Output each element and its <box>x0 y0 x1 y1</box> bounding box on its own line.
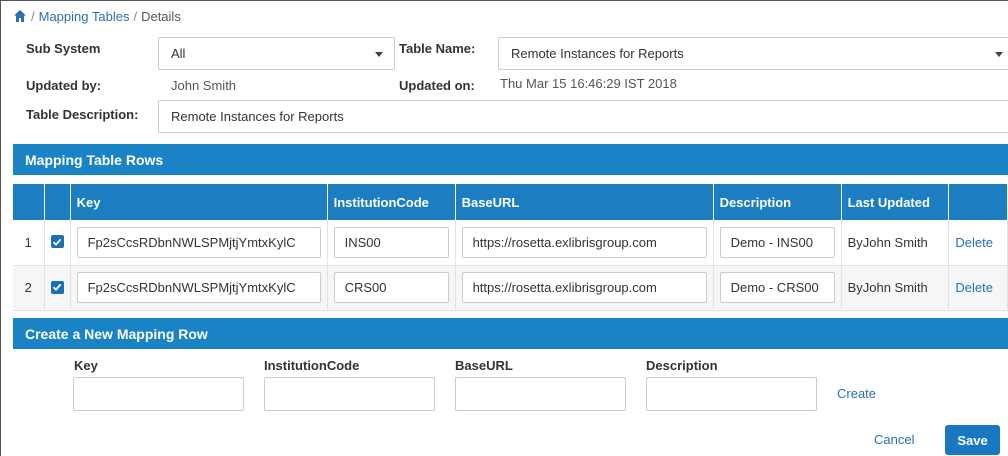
delete-button[interactable]: Delete <box>955 280 993 295</box>
base-url-cell: https://rosetta.exlibrisgroup.com <box>455 265 714 311</box>
new-institution-code-label: InstitutionCode <box>264 358 360 373</box>
column-header-actions <box>948 184 1008 220</box>
new-key-input[interactable] <box>73 377 244 411</box>
new-institution-code-input[interactable] <box>264 377 435 411</box>
cancel-button[interactable]: Cancel <box>874 432 914 447</box>
column-header-description[interactable]: Description <box>713 184 842 220</box>
table-description-value: Remote Instances for Reports <box>171 109 344 124</box>
column-header-base-url[interactable]: BaseURL <box>455 184 714 220</box>
table-name-label: Table Name: <box>399 41 476 56</box>
actions-cell: Delete <box>948 220 1008 266</box>
base-url-cell: https://rosetta.exlibrisgroup.com <box>455 220 714 266</box>
chevron-down-icon <box>995 52 1003 57</box>
breadcrumb: / Mapping Tables / Details <box>13 7 181 25</box>
row-number: 1 <box>13 220 45 266</box>
column-header-key[interactable]: Key <box>70 184 328 220</box>
last-updated-cell: ByJohn Smith <box>841 265 950 311</box>
column-header-institution-code[interactable]: InstitutionCode <box>327 184 456 220</box>
column-header-last-updated[interactable]: Last Updated <box>841 184 950 220</box>
breadcrumb-separator: / <box>133 8 138 24</box>
updated-by-label: Updated by: <box>26 78 102 93</box>
institution-code-input[interactable]: CRS00 <box>333 272 449 303</box>
row-number: 2 <box>13 265 45 311</box>
description-cell: Demo - INS00 <box>713 220 842 266</box>
row-select-cell <box>44 265 71 311</box>
home-icon[interactable] <box>13 9 27 23</box>
mapping-table-rows-header: Mapping Table Rows <box>13 144 1008 175</box>
institution-cell: INS00 <box>327 220 456 266</box>
key-input[interactable]: Fp2sCcsRDbnNWLSPMjtjYmtxKylC <box>76 272 321 303</box>
new-key-label: Key <box>74 358 98 373</box>
table-row: 2 Fp2sCcsRDbnNWLSPMjtjYmtxKylC CRS00 htt… <box>13 265 1008 311</box>
mapping-rows-table: Key InstitutionCode BaseURL Description … <box>13 184 1008 311</box>
base-url-input[interactable]: https://rosetta.exlibrisgroup.com <box>461 226 707 258</box>
base-url-input[interactable]: https://rosetta.exlibrisgroup.com <box>461 272 707 303</box>
save-button[interactable]: Save <box>945 425 1000 455</box>
institution-cell: CRS00 <box>327 265 456 311</box>
new-description-label: Description <box>646 358 718 373</box>
row-select-cell <box>44 220 71 266</box>
mapping-table-details-page: / Mapping Tables / Details Sub System Al… <box>0 0 1008 456</box>
new-description-input[interactable] <box>646 377 817 411</box>
create-new-row-header: Create a New Mapping Row <box>13 318 1008 349</box>
chevron-down-icon <box>375 52 383 57</box>
key-cell: Fp2sCcsRDbnNWLSPMjtjYmtxKylC <box>70 220 328 266</box>
row-checkbox[interactable] <box>50 280 64 294</box>
table-description-input[interactable]: Remote Instances for Reports <box>158 100 1008 133</box>
key-cell: Fp2sCcsRDbnNWLSPMjtjYmtxKylC <box>70 265 328 311</box>
sub-system-label: Sub System <box>26 41 101 56</box>
check-icon <box>52 238 62 246</box>
table-header-row: Key InstitutionCode BaseURL Description … <box>13 184 1008 220</box>
description-cell: Demo - CRS00 <box>713 265 842 311</box>
table-description-label: Table Description: <box>26 107 139 122</box>
new-base-url-input[interactable] <box>455 377 626 411</box>
table-name-value: Remote Instances for Reports <box>511 46 684 61</box>
last-updated-cell: ByJohn Smith <box>841 220 950 266</box>
breadcrumb-current: Details <box>141 8 181 24</box>
description-input[interactable]: Demo - INS00 <box>719 226 835 258</box>
table-name-select[interactable]: Remote Instances for Reports <box>498 37 1008 70</box>
check-icon <box>52 283 62 291</box>
column-header-select <box>44 184 71 220</box>
updated-by-value: John Smith <box>171 78 237 93</box>
breadcrumb-separator: / <box>31 8 35 24</box>
column-header-num <box>13 184 45 220</box>
sub-system-value: All <box>171 46 186 61</box>
sub-system-select[interactable]: All <box>158 37 395 70</box>
updated-on-label: Updated on: <box>399 78 475 93</box>
delete-button[interactable]: Delete <box>955 235 993 250</box>
updated-on-value: Thu Mar 15 16:46:29 IST 2018 <box>500 76 677 91</box>
table-row: 1 Fp2sCcsRDbnNWLSPMjtjYmtxKylC INS00 htt… <box>13 220 1008 266</box>
breadcrumb-mapping-tables[interactable]: Mapping Tables <box>39 9 130 24</box>
new-base-url-label: BaseURL <box>455 358 513 373</box>
actions-cell: Delete <box>948 265 1008 311</box>
create-button[interactable]: Create <box>837 386 876 401</box>
row-checkbox[interactable] <box>50 235 64 249</box>
key-input[interactable]: Fp2sCcsRDbnNWLSPMjtjYmtxKylC <box>76 226 321 258</box>
institution-code-input[interactable]: INS00 <box>333 226 449 258</box>
description-input[interactable]: Demo - CRS00 <box>719 272 835 303</box>
